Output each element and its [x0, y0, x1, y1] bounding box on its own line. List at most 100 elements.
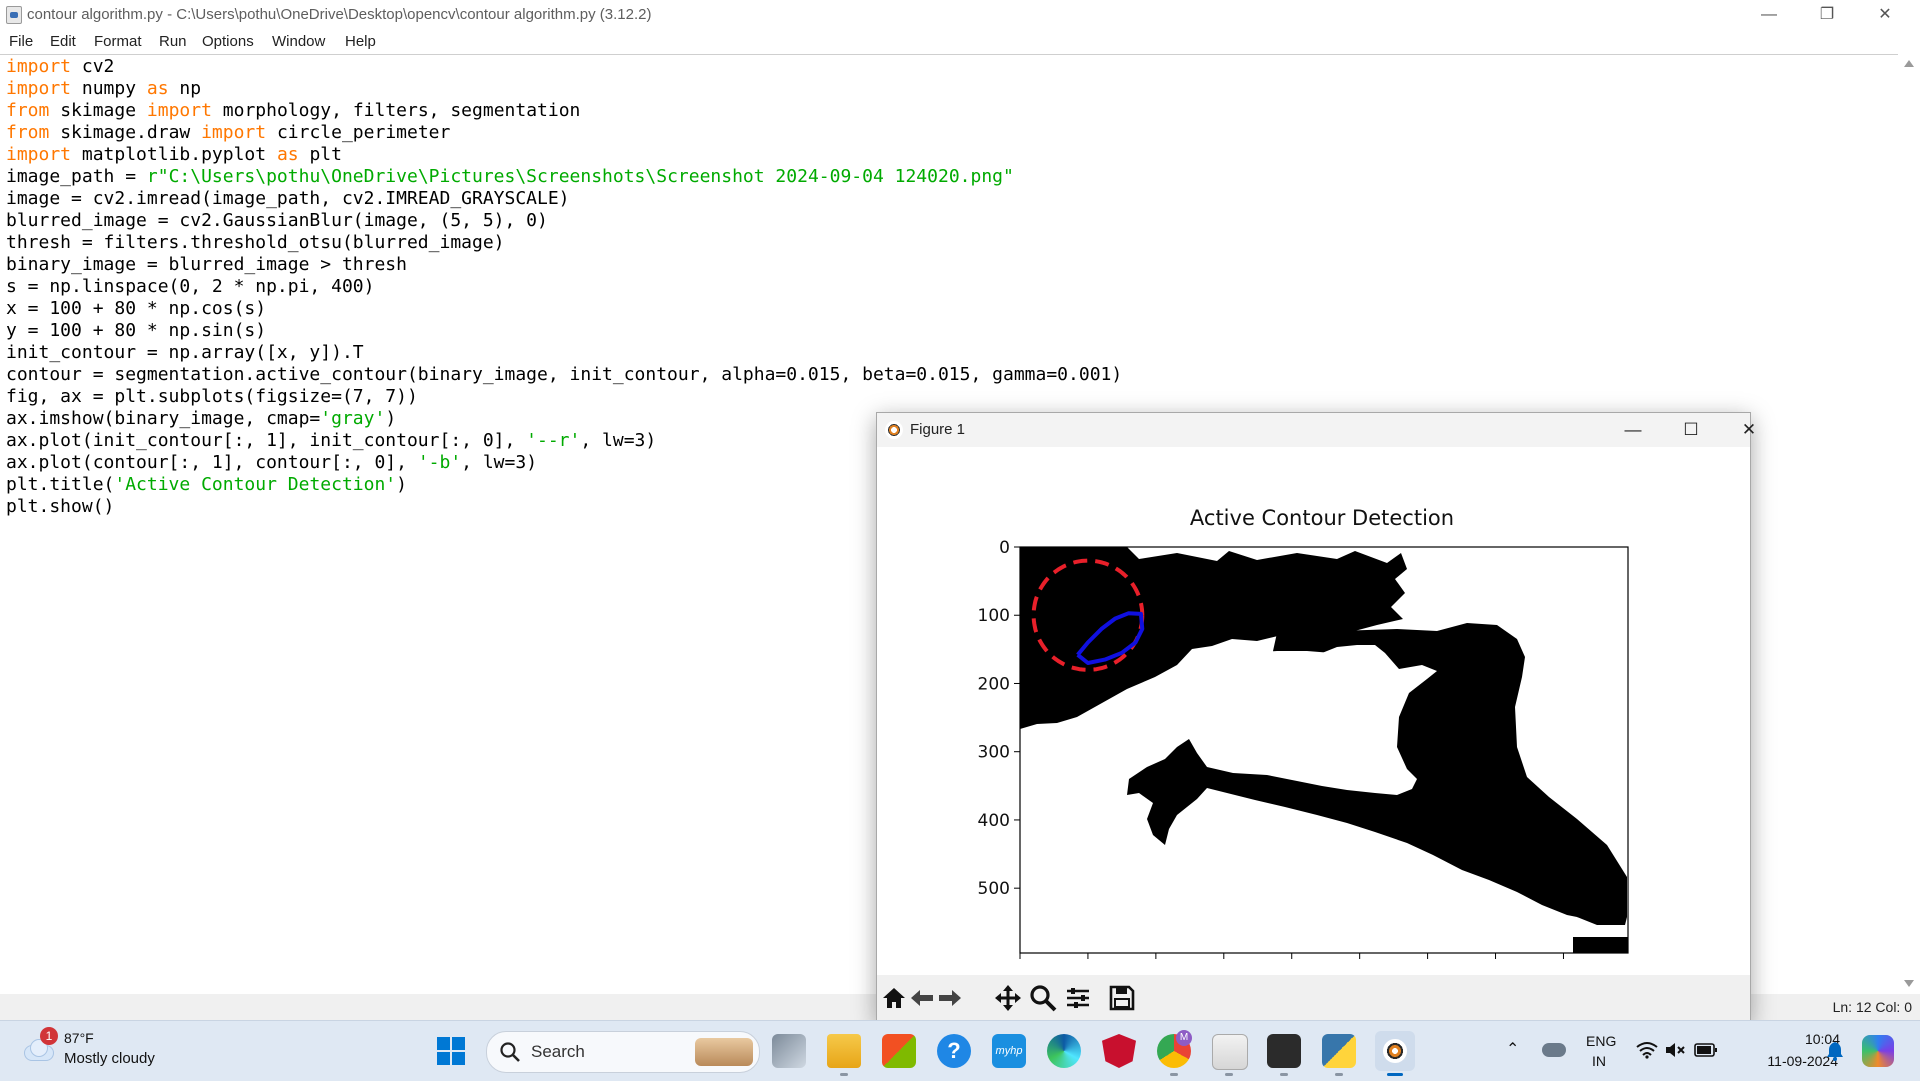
- code-line[interactable]: import matplotlib.pyplot as plt: [6, 144, 1122, 166]
- task-view-icon[interactable]: [772, 1034, 806, 1068]
- get-help-icon[interactable]: ?: [937, 1034, 971, 1068]
- menu-run[interactable]: Run: [159, 33, 187, 50]
- figure-titlebar[interactable]: Figure 1 — ☐ ✕: [877, 413, 1756, 447]
- figure-window[interactable]: Figure 1 — ☐ ✕ Active Contour Detection …: [876, 412, 1756, 1022]
- wifi-icon[interactable]: [1636, 1041, 1658, 1059]
- copilot-icon[interactable]: [1862, 1035, 1894, 1067]
- home-icon[interactable]: [879, 983, 909, 1013]
- chart-title: Active Contour Detection: [1190, 506, 1454, 530]
- forward-arrow-icon[interactable]: [935, 983, 965, 1013]
- restore-button[interactable]: ❐: [1798, 0, 1856, 30]
- myhp-icon[interactable]: myhp: [992, 1034, 1026, 1068]
- plot-canvas[interactable]: Active Contour Detection 0 100 200 300 400 50…: [877, 447, 1750, 963]
- language-indicator-bottom[interactable]: IN: [1592, 1053, 1606, 1069]
- code-line[interactable]: contour = segmentation.active_contour(bi…: [6, 364, 1122, 386]
- y-tick-label: 200: [978, 674, 1010, 694]
- code-line[interactable]: y = 100 + 80 * np.sin(s): [6, 320, 1122, 342]
- code-token: s = np.linspace(0, 2 * np.pi, 400): [6, 276, 375, 297]
- microsoft-store-icon[interactable]: [882, 1034, 916, 1068]
- minimize-button[interactable]: —: [1740, 0, 1798, 30]
- code-line[interactable]: image_path = r"C:\Users\pothu\OneDrive\P…: [6, 166, 1122, 188]
- mcafee-icon[interactable]: [1102, 1034, 1136, 1068]
- running-indicator: [1335, 1073, 1343, 1076]
- language-indicator-top[interactable]: ENG: [1586, 1033, 1616, 1049]
- matplotlib-figure-taskbar-item[interactable]: [1375, 1031, 1415, 1071]
- y-tick-label: 300: [978, 743, 1010, 763]
- code-line[interactable]: fig, ax = plt.subplots(figsize=(7, 7)): [6, 386, 1122, 408]
- y-tick-label: 500: [978, 879, 1010, 899]
- code-token: skimage: [49, 100, 147, 121]
- battery-icon[interactable]: [1694, 1042, 1718, 1058]
- code-token: x = 100 + 80 * np.cos(s): [6, 298, 267, 319]
- code-line[interactable]: import numpy as np: [6, 78, 1122, 100]
- code-token: image_path =: [6, 166, 147, 187]
- clock-date[interactable]: 11-09-2024: [1738, 1053, 1838, 1069]
- taskbar-search[interactable]: Search: [486, 1031, 760, 1073]
- vertical-scrollbar[interactable]: [1898, 54, 1920, 994]
- speaker-muted-icon[interactable]: [1664, 1041, 1686, 1059]
- code-token: ax.imshow(binary_image, cmap=: [6, 408, 321, 429]
- back-arrow-icon[interactable]: [907, 983, 937, 1013]
- pan-move-icon[interactable]: [993, 983, 1023, 1013]
- active-indicator: [1387, 1073, 1403, 1076]
- code-line[interactable]: x = 100 + 80 * np.cos(s): [6, 298, 1122, 320]
- code-line[interactable]: blurred_image = cv2.GaussianBlur(image, …: [6, 210, 1122, 232]
- menu-edit[interactable]: Edit: [50, 33, 76, 50]
- code-line[interactable]: s = np.linspace(0, 2 * np.pi, 400): [6, 276, 1122, 298]
- code-token: ax.plot(init_contour[:, 1], init_contour…: [6, 430, 527, 451]
- figure-minimize-button[interactable]: —: [1604, 413, 1662, 447]
- figure-title: Figure 1: [910, 421, 966, 438]
- code-token: binary_image = blurred_image > thresh: [6, 254, 407, 275]
- running-indicator: [840, 1073, 848, 1076]
- menu-help[interactable]: Help: [345, 33, 376, 50]
- code-line[interactable]: thresh = filters.threshold_otsu(blurred_…: [6, 232, 1122, 254]
- code-line[interactable]: from skimage import morphology, filters,…: [6, 100, 1122, 122]
- save-disk-icon[interactable]: [1107, 983, 1137, 1013]
- code-line[interactable]: init_contour = np.array([x, y]).T: [6, 342, 1122, 364]
- file-explorer-icon[interactable]: [827, 1034, 861, 1068]
- running-indicator: [1280, 1073, 1288, 1076]
- code-token: , lw=3): [461, 452, 538, 473]
- search-label: Search: [531, 1042, 585, 1061]
- code-keyword: import: [6, 78, 72, 99]
- close-button[interactable]: ✕: [1856, 0, 1914, 30]
- code-token: init_contour = np.array([x, y]).T: [6, 342, 364, 363]
- onedrive-cloud-icon[interactable]: [1542, 1043, 1566, 1057]
- code-keyword: as: [276, 144, 299, 165]
- code-line[interactable]: binary_image = blurred_image > thresh: [6, 254, 1122, 276]
- code-keyword: from: [6, 100, 50, 121]
- code-string: '-b': [417, 452, 462, 473]
- menu-bar: File Edit Format Run Options Window Help: [0, 30, 1920, 54]
- code-line[interactable]: image = cv2.imread(image_path, cv2.IMREA…: [6, 188, 1122, 210]
- python-idle-icon[interactable]: [1322, 1034, 1356, 1068]
- code-token: blurred_image = cv2.GaussianBlur(image, …: [6, 210, 548, 231]
- notification-bell-icon[interactable]: [1826, 1041, 1844, 1061]
- code-token: matplotlib.pyplot: [71, 144, 277, 165]
- weather-temperature[interactable]: 87°F: [64, 1030, 94, 1046]
- configure-subplots-icon[interactable]: [1063, 983, 1093, 1013]
- scroll-down-icon[interactable]: [1904, 980, 1914, 987]
- code-line[interactable]: import cv2: [6, 56, 1122, 78]
- weather-description[interactable]: Mostly cloudy: [64, 1050, 155, 1067]
- menu-file[interactable]: File: [9, 33, 33, 50]
- figure-maximize-button[interactable]: ☐: [1662, 413, 1720, 447]
- menu-format[interactable]: Format: [94, 33, 142, 50]
- terminal-icon[interactable]: [1267, 1034, 1301, 1068]
- code-line[interactable]: from skimage.draw import circle_perimete…: [6, 122, 1122, 144]
- code-token: skimage.draw: [49, 122, 202, 143]
- windows-start-icon[interactable]: [436, 1036, 466, 1066]
- show-hidden-icons-chevron-icon[interactable]: ⌃: [1506, 1039, 1519, 1059]
- code-token: np: [168, 78, 202, 99]
- code-token: cv2: [71, 56, 115, 77]
- zoom-magnifier-icon[interactable]: [1028, 983, 1058, 1013]
- scroll-up-icon[interactable]: [1904, 60, 1914, 67]
- code-string: r"C:\Users\pothu\OneDrive\Pictures\Scree…: [146, 166, 1014, 187]
- python-file-icon[interactable]: [1212, 1034, 1248, 1070]
- figure-close-button[interactable]: ✕: [1720, 413, 1778, 447]
- menu-window[interactable]: Window: [272, 33, 325, 50]
- menu-options[interactable]: Options: [202, 33, 254, 50]
- code-string: 'gray': [320, 408, 386, 429]
- edge-browser-icon[interactable]: [1047, 1034, 1081, 1068]
- code-token: fig, ax = plt.subplots(figsize=(7, 7)): [6, 386, 418, 407]
- window-titlebar: contour algorithm.py - C:\Users\pothu\On…: [0, 0, 1920, 30]
